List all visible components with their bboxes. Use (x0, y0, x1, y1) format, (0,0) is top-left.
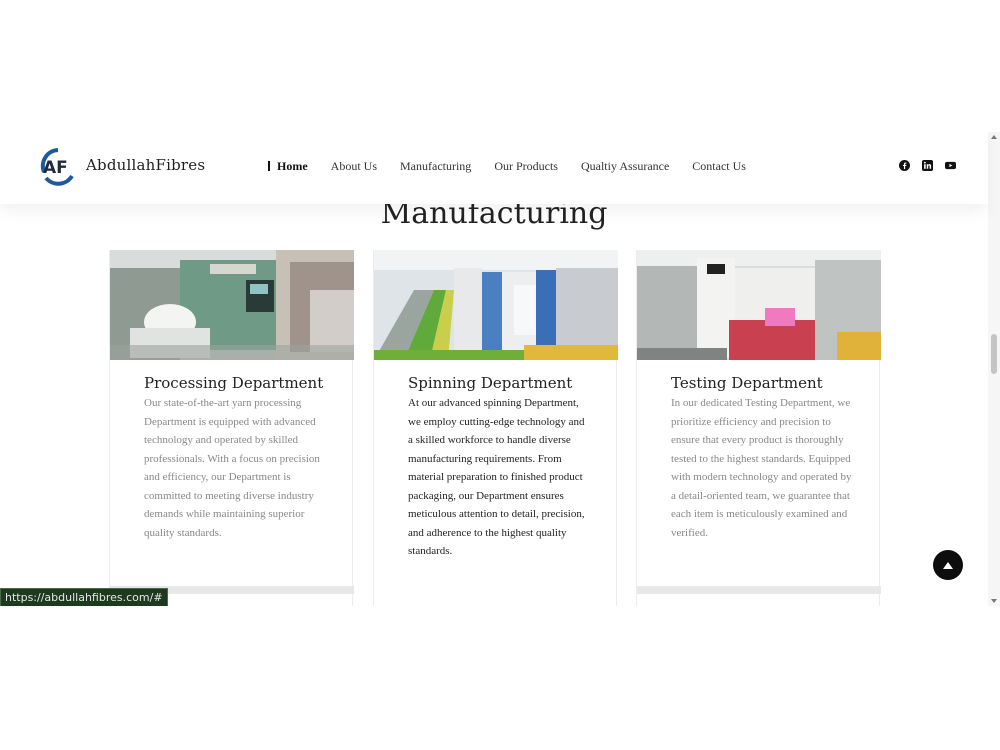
card-title: Processing Department (144, 374, 324, 392)
link-status-url: https://abdullahfibres.com/# (0, 588, 168, 606)
nav-about-us[interactable]: About Us (331, 159, 377, 174)
card-description: In our dedicated Testing Department, we … (671, 397, 852, 539)
nav-quality-assurance[interactable]: Qualtiy Assurance (581, 159, 669, 174)
nav-our-products[interactable]: Our Products (494, 159, 558, 174)
nav-home[interactable]: Home (268, 159, 308, 174)
page-scrollbar[interactable] (988, 132, 1000, 606)
processing-department-card: Processing Department Our state-of-the-a… (109, 250, 354, 606)
scroll-up-arrow-icon[interactable] (991, 135, 997, 139)
card-title: Testing Department (671, 374, 823, 392)
chevron-up-icon (943, 561, 953, 569)
browser-viewport: AF AbdullahFibres Home About Us Manufact… (0, 132, 1000, 606)
nav-contact-us[interactable]: Contact Us (692, 159, 746, 174)
main-nav: Home About Us Manufacturing Our Products… (268, 159, 769, 174)
brand-name[interactable]: AbdullahFibres (86, 156, 205, 174)
testing-department-image (637, 250, 881, 360)
processing-department-image (110, 250, 354, 360)
testing-department-card: Testing Department In our dedicated Test… (636, 250, 881, 606)
site-header: AF AbdullahFibres Home About Us Manufact… (0, 132, 988, 204)
card-description: At our advanced spinning Department, we … (408, 397, 585, 557)
card-footer-bar (637, 586, 881, 594)
card-title: Spinning Department (408, 374, 573, 392)
svg-text:AF: AF (43, 158, 68, 178)
nav-manufacturing[interactable]: Manufacturing (400, 159, 471, 174)
spinning-department-card: Spinning Department At our advanced spin… (373, 250, 618, 606)
spinning-department-image (374, 250, 618, 360)
logo-icon[interactable]: AF (40, 146, 76, 188)
linkedin-icon[interactable] (922, 160, 933, 171)
scroll-down-arrow-icon[interactable] (991, 599, 997, 603)
social-links (899, 160, 968, 171)
card-description: Our state-of-the-art yarn processing Dep… (144, 397, 320, 539)
youtube-icon[interactable] (945, 160, 956, 171)
scroll-to-top-button[interactable] (933, 550, 963, 580)
scrollbar-thumb[interactable] (991, 334, 997, 374)
facebook-icon[interactable] (899, 160, 910, 171)
